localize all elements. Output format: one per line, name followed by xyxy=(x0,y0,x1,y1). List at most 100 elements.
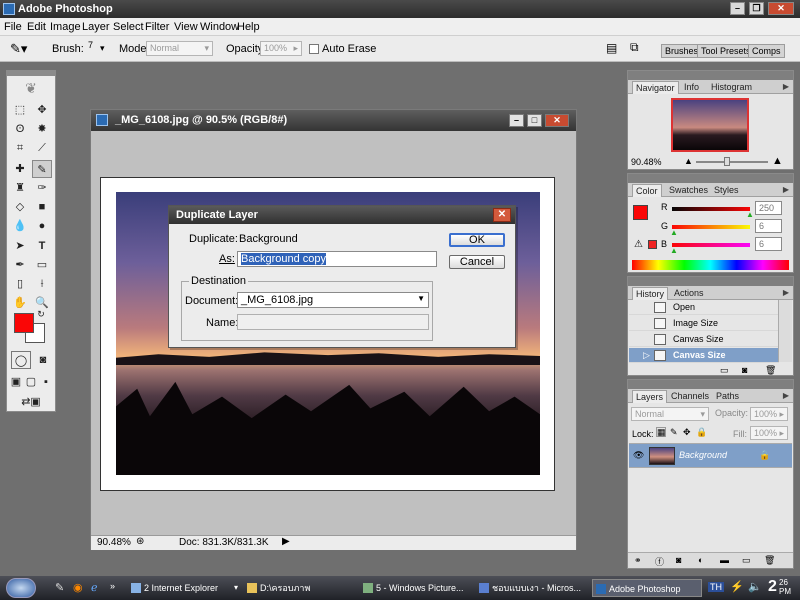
document-title-bar[interactable]: _MG_6108.jpg @ 90.5% (RGB/8#) – □ ✕ xyxy=(91,110,576,131)
ok-button[interactable]: OK xyxy=(449,233,505,247)
foreground-color-top[interactable] xyxy=(14,313,34,333)
history-item[interactable]: Image Size xyxy=(629,316,779,331)
document-select[interactable]: _MG_6108.jpg ▼ xyxy=(237,292,429,308)
tab-color[interactable]: Color xyxy=(632,184,662,197)
screen-mode-full-menu-icon[interactable]: ▢ xyxy=(24,373,38,391)
quick-mask-mode-icon[interactable]: ◙ xyxy=(33,351,53,369)
pencil-tool-icon[interactable]: ✎ xyxy=(32,160,52,178)
lasso-tool-icon[interactable]: ʘ xyxy=(10,120,30,138)
menu-file[interactable]: File xyxy=(4,21,22,33)
zoom-in-icon[interactable]: ▲ xyxy=(772,155,783,167)
quick-launch-firefox-icon[interactable]: ◉ xyxy=(73,581,83,594)
crop-tool-icon[interactable]: ⌗ xyxy=(10,139,30,157)
tab-histogram[interactable]: Histogram xyxy=(708,81,755,94)
lock-transparency-icon[interactable]: ▦ xyxy=(656,427,666,437)
tray-network-icon[interactable]: ⚡ xyxy=(730,580,744,593)
shape-tool-icon[interactable]: ▭ xyxy=(32,256,52,274)
g-slider-thumb[interactable]: ▲ xyxy=(670,228,678,237)
history-item-current[interactable]: ▷ Canvas Size xyxy=(629,348,779,363)
tab-history[interactable]: History xyxy=(632,287,669,300)
panel-header[interactable] xyxy=(628,174,793,183)
eraser-tool-icon[interactable]: ◇ xyxy=(10,198,30,216)
status-menu-arrow-icon[interactable]: ▶ xyxy=(282,536,290,547)
slice-tool-icon[interactable]: ⟋ xyxy=(32,139,52,157)
gamut-swatch[interactable] xyxy=(648,240,657,249)
layer-name[interactable]: Background xyxy=(679,450,727,460)
layer-row-background[interactable]: 👁 Background 🔒 xyxy=(629,443,792,468)
color-fg-swatch[interactable] xyxy=(633,205,648,220)
clock-minute[interactable]: 26 xyxy=(779,578,788,587)
path-selection-tool-icon[interactable]: ➤ xyxy=(10,237,30,255)
menu-view[interactable]: View xyxy=(174,21,198,33)
restore-button[interactable]: ❐ xyxy=(749,2,764,15)
navigator-menu-icon[interactable]: ▶ xyxy=(783,82,789,91)
brush-dropdown-icon[interactable]: ▾ xyxy=(100,43,105,54)
tray-volume-icon[interactable]: 🔈 xyxy=(748,580,762,593)
doc-minimize-button[interactable]: – xyxy=(509,114,524,127)
panel-header[interactable] xyxy=(628,277,793,286)
notes-tool-icon[interactable]: ▯ xyxy=(10,275,30,293)
b-value[interactable]: 6 xyxy=(755,237,782,251)
panel-header[interactable] xyxy=(628,71,793,80)
opacity-field[interactable]: 100% ▸ xyxy=(260,41,302,56)
taskbar-item-picture-viewer[interactable]: 5 - Windows Picture... xyxy=(360,579,472,597)
history-item[interactable]: Open xyxy=(629,300,779,315)
lock-all-icon[interactable]: 🔒 xyxy=(696,427,707,438)
fill-field[interactable]: 100% ▸ xyxy=(750,426,788,440)
pencil-tool-preset-icon[interactable]: ✎▾ xyxy=(10,41,27,57)
menu-help[interactable]: Help xyxy=(237,21,260,33)
blur-tool-icon[interactable]: 💧 xyxy=(10,217,30,235)
menu-filter[interactable]: Filter xyxy=(145,21,169,33)
taskbar-item-ie[interactable]: 2 Internet Explorer ▾ xyxy=(128,579,240,597)
new-layer-icon[interactable]: ▭ xyxy=(742,555,751,566)
menu-edit[interactable]: Edit xyxy=(27,21,46,33)
out-of-gamut-warning-icon[interactable]: ⚠ xyxy=(634,239,643,250)
standard-mode-icon[interactable]: ◯ xyxy=(11,351,31,369)
as-input[interactable]: Background copy xyxy=(237,251,437,267)
zoom-out-icon[interactable]: ▲ xyxy=(684,156,693,166)
status-options-icon[interactable]: ⊛ xyxy=(136,536,144,547)
type-tool-icon[interactable]: T xyxy=(32,237,52,255)
tab-layers[interactable]: Layers xyxy=(632,390,668,403)
layer-style-icon[interactable]: ⓕ xyxy=(655,555,664,568)
tab-swatches[interactable]: Swatches xyxy=(666,184,711,197)
move-tool-icon[interactable]: ✥ xyxy=(32,101,52,119)
tab-paths[interactable]: Paths xyxy=(713,390,742,403)
start-button[interactable] xyxy=(6,578,36,598)
tab-info[interactable]: Info xyxy=(681,81,702,94)
history-brush-tool-icon[interactable]: ✑ xyxy=(32,179,52,197)
link-layers-icon[interactable]: ⚭ xyxy=(634,555,642,566)
name-input[interactable] xyxy=(237,314,429,330)
doc-close-button[interactable]: ✕ xyxy=(545,114,569,127)
auto-erase-checkbox[interactable] xyxy=(309,44,319,54)
cancel-button[interactable]: Cancel xyxy=(449,255,505,269)
navigator-slider-thumb[interactable] xyxy=(724,157,730,166)
lock-image-icon[interactable]: ✎ xyxy=(670,427,678,438)
g-value[interactable]: 6 xyxy=(755,219,782,233)
menu-window[interactable]: Window xyxy=(200,21,239,33)
well-tab-comps[interactable]: Comps xyxy=(748,44,785,58)
healing-brush-tool-icon[interactable]: ✚ xyxy=(10,160,30,178)
feather-logo-icon[interactable]: ❦ xyxy=(13,80,49,96)
pen-tool-icon[interactable]: ✒ xyxy=(10,256,30,274)
r-value[interactable]: 250 xyxy=(755,201,782,215)
panel-header[interactable] xyxy=(628,380,793,389)
dialog-title-bar[interactable]: Duplicate Layer ✕ xyxy=(169,206,515,224)
clock-hour[interactable]: 2 xyxy=(768,578,777,596)
menu-select[interactable]: Select xyxy=(113,21,144,33)
menu-image[interactable]: Image xyxy=(50,21,81,33)
history-item[interactable]: Canvas Size xyxy=(629,332,779,347)
r-slider[interactable] xyxy=(672,207,750,211)
history-delete-icon[interactable]: 🗑 xyxy=(765,365,776,376)
tab-channels[interactable]: Channels xyxy=(668,390,712,403)
color-menu-icon[interactable]: ▶ xyxy=(783,185,789,194)
jump-to-imageready-icon[interactable]: ⇄▣ xyxy=(13,393,49,411)
add-mask-icon[interactable]: ◙ xyxy=(676,555,681,565)
blend-mode-select[interactable]: Normal ▾ xyxy=(631,407,709,421)
swap-colors-icon[interactable]: ↻ xyxy=(35,309,47,319)
layer-visibility-eye-icon[interactable]: 👁 xyxy=(633,450,644,461)
delete-layer-icon[interactable]: 🗑 xyxy=(764,555,775,566)
tab-actions[interactable]: Actions xyxy=(671,287,707,300)
navigator-zoom-slider[interactable] xyxy=(696,161,768,163)
eyedropper-tool-icon[interactable]: ⟊ xyxy=(32,275,52,293)
